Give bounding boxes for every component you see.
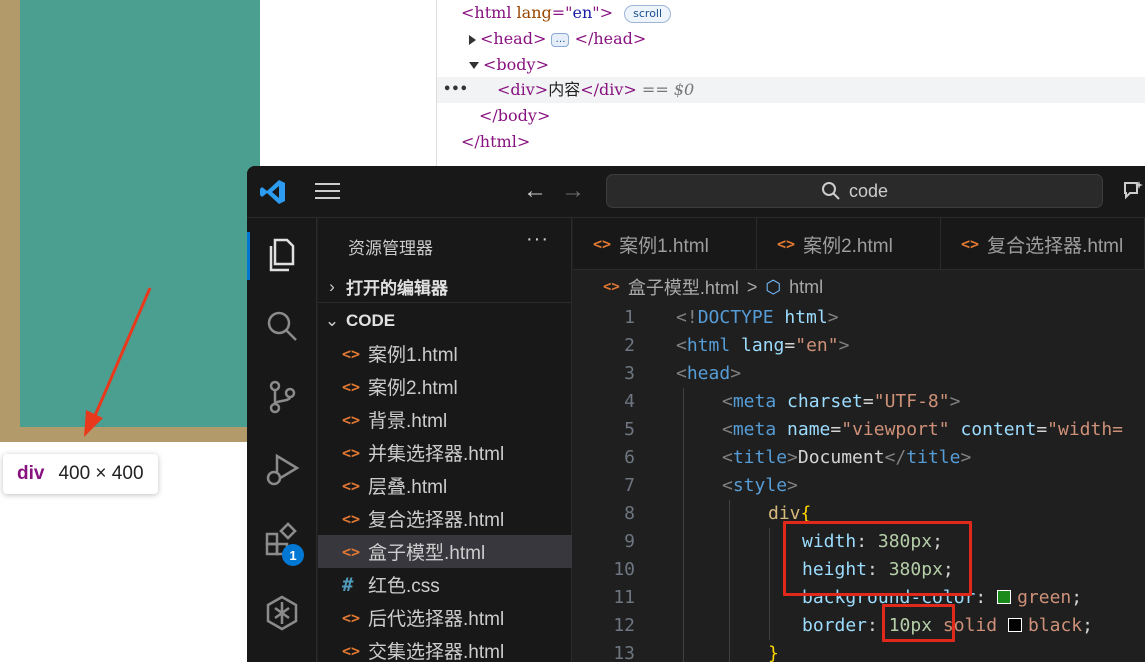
copilot-chat-icon[interactable] bbox=[1121, 179, 1145, 203]
search-text: code bbox=[848, 180, 889, 201]
html-file-icon: <> bbox=[593, 235, 612, 253]
chevron-right-icon: › bbox=[329, 276, 335, 296]
breadcrumb: <> 盒子模型.html > ⬡ html bbox=[573, 270, 1145, 304]
vscode-window: ← → code 1 资源管理器 ··· › 打开的编辑器 ⌄ CODE <> … bbox=[247, 166, 1145, 662]
html-file-icon: <> bbox=[342, 476, 361, 495]
code-line: 1 <!DOCTYPE html> bbox=[624, 307, 839, 328]
active-view-indicator bbox=[247, 232, 250, 280]
annotation-arrow-icon bbox=[84, 287, 152, 437]
tooltip-dimensions: 400 × 400 bbox=[58, 463, 144, 484]
more-actions-icon[interactable]: ••• bbox=[443, 77, 468, 103]
html-file-icon: <> bbox=[342, 344, 361, 363]
code-line: 6 <title>Document</title> bbox=[573, 444, 1145, 472]
forward-arrow-icon[interactable]: → bbox=[561, 178, 585, 204]
dom-node-body[interactable]: <body> bbox=[469, 52, 549, 78]
explorer-more-icon[interactable]: ··· bbox=[526, 228, 549, 251]
file-item[interactable]: <> 案例1.html bbox=[318, 337, 572, 370]
remote-explorer-icon[interactable] bbox=[263, 594, 301, 632]
html-file-icon: <> bbox=[342, 509, 361, 528]
search-icon bbox=[821, 182, 840, 200]
explorer-title: 资源管理器 bbox=[348, 239, 433, 258]
vscode-logo-icon bbox=[260, 180, 285, 204]
source-control-icon[interactable] bbox=[263, 378, 301, 416]
annotation-highlight-box bbox=[783, 521, 972, 596]
search-view-icon[interactable] bbox=[263, 308, 301, 346]
file-item[interactable]: # 红色.css bbox=[318, 568, 572, 601]
file-item[interactable]: <> 复合选择器.html bbox=[318, 502, 572, 535]
html-file-icon: <> bbox=[603, 279, 620, 295]
file-item[interactable]: <> 案例2.html bbox=[318, 370, 572, 403]
collapsed-ellipsis-icon[interactable]: … bbox=[551, 32, 570, 47]
explorer-sidebar: 资源管理器 ··· › 打开的编辑器 ⌄ CODE <> 案例1.html <> 案… bbox=[318, 218, 572, 662]
breadcrumb-separator: > bbox=[746, 276, 758, 297]
color-swatch-icon[interactable] bbox=[1007, 618, 1022, 632]
breadcrumb-symbol[interactable]: html bbox=[789, 277, 823, 298]
code-line: 4 <meta charset="UTF-8"> bbox=[573, 388, 1145, 416]
tooltip-tag-name: div bbox=[17, 463, 45, 484]
code-line: 7 <style> bbox=[573, 472, 1145, 500]
dom-node-html-close: </html> bbox=[461, 132, 531, 151]
collapse-triangle-icon[interactable] bbox=[469, 62, 479, 69]
extensions-badge: 1 bbox=[282, 544, 304, 566]
tab-case1[interactable]: <> 案例1.html bbox=[573, 218, 757, 270]
expand-triangle-icon[interactable] bbox=[469, 34, 476, 45]
file-item[interactable]: <> 后代选择器.html bbox=[318, 601, 572, 634]
command-center-search[interactable]: code bbox=[606, 174, 1103, 208]
run-debug-icon[interactable] bbox=[263, 450, 301, 488]
file-item[interactable]: <> 层叠.html bbox=[318, 469, 572, 502]
element-size-tooltip: div 400 × 400 bbox=[3, 454, 158, 494]
code-line: 2 <html lang="en"> bbox=[624, 335, 850, 356]
dom-node-body-close: </body> bbox=[479, 106, 551, 125]
annotation-highlight-box bbox=[882, 604, 955, 642]
explorer-files-icon[interactable] bbox=[263, 236, 301, 274]
file-item-active[interactable]: <> 盒子模型.html bbox=[318, 535, 572, 568]
css-file-icon: # bbox=[342, 573, 354, 596]
menu-hamburger-icon[interactable] bbox=[315, 183, 340, 201]
code-line: 3 <head> bbox=[624, 363, 742, 384]
html-file-icon: <> bbox=[342, 443, 361, 462]
html-file-icon: <> bbox=[342, 608, 361, 627]
symbol-cube-icon: ⬡ bbox=[765, 276, 782, 297]
code-line: 5 <meta name="viewport" content="width= bbox=[573, 416, 1145, 444]
code-line: 13 } bbox=[573, 640, 1145, 662]
html-file-icon: <> bbox=[342, 641, 361, 660]
screenshot-root: div 400 × 400 <html lang="en"> scroll <h… bbox=[0, 0, 1145, 662]
code-line: 12 border: 10px solid black; bbox=[573, 612, 1145, 640]
activity-bar: 1 bbox=[247, 218, 317, 662]
code-editor[interactable]: 1 <!DOCTYPE html> 2 <html lang="en"> 3 <… bbox=[573, 304, 1145, 662]
devtools-elements-panel: <html lang="en"> scroll <head> … </head>… bbox=[436, 0, 1145, 168]
chevron-down-icon: ⌄ bbox=[324, 311, 340, 330]
open-editors-section[interactable]: › 打开的编辑器 bbox=[318, 271, 572, 303]
html-file-icon: <> bbox=[342, 542, 361, 561]
dom-node-html[interactable]: <html lang="en"> scroll bbox=[461, 0, 672, 26]
editor-area: <> 案例1.html <> 案例2.html <> 复合选择器.html <> 盒子… bbox=[573, 218, 1145, 662]
file-item[interactable]: <> 并集选择器.html bbox=[318, 436, 572, 469]
back-arrow-icon[interactable]: ← bbox=[523, 178, 547, 204]
title-bar: ← → code bbox=[247, 166, 1145, 218]
tab-case2[interactable]: <> 案例2.html bbox=[757, 218, 941, 270]
dom-node-div-selected[interactable]: ••• <div>内容</div> == $0 bbox=[437, 77, 1145, 103]
color-swatch-icon[interactable] bbox=[997, 590, 1012, 604]
folder-code-section[interactable]: ⌄ CODE bbox=[318, 305, 572, 337]
editor-tabs: <> 案例1.html <> 案例2.html <> 复合选择器.html bbox=[573, 218, 1145, 270]
file-item[interactable]: <> 背景.html bbox=[318, 403, 572, 436]
html-file-icon: <> bbox=[342, 377, 361, 396]
html-file-icon: <> bbox=[961, 235, 980, 253]
file-item[interactable]: <> 交集选择器.html bbox=[318, 634, 572, 662]
html-file-icon: <> bbox=[777, 235, 796, 253]
tab-compound-selector[interactable]: <> 复合选择器.html bbox=[941, 218, 1145, 270]
breadcrumb-file[interactable]: 盒子模型.html bbox=[628, 274, 739, 300]
scroll-badge[interactable]: scroll bbox=[624, 4, 672, 23]
html-file-icon: <> bbox=[342, 410, 361, 429]
dom-node-head[interactable]: <head> … </head> bbox=[469, 26, 646, 52]
